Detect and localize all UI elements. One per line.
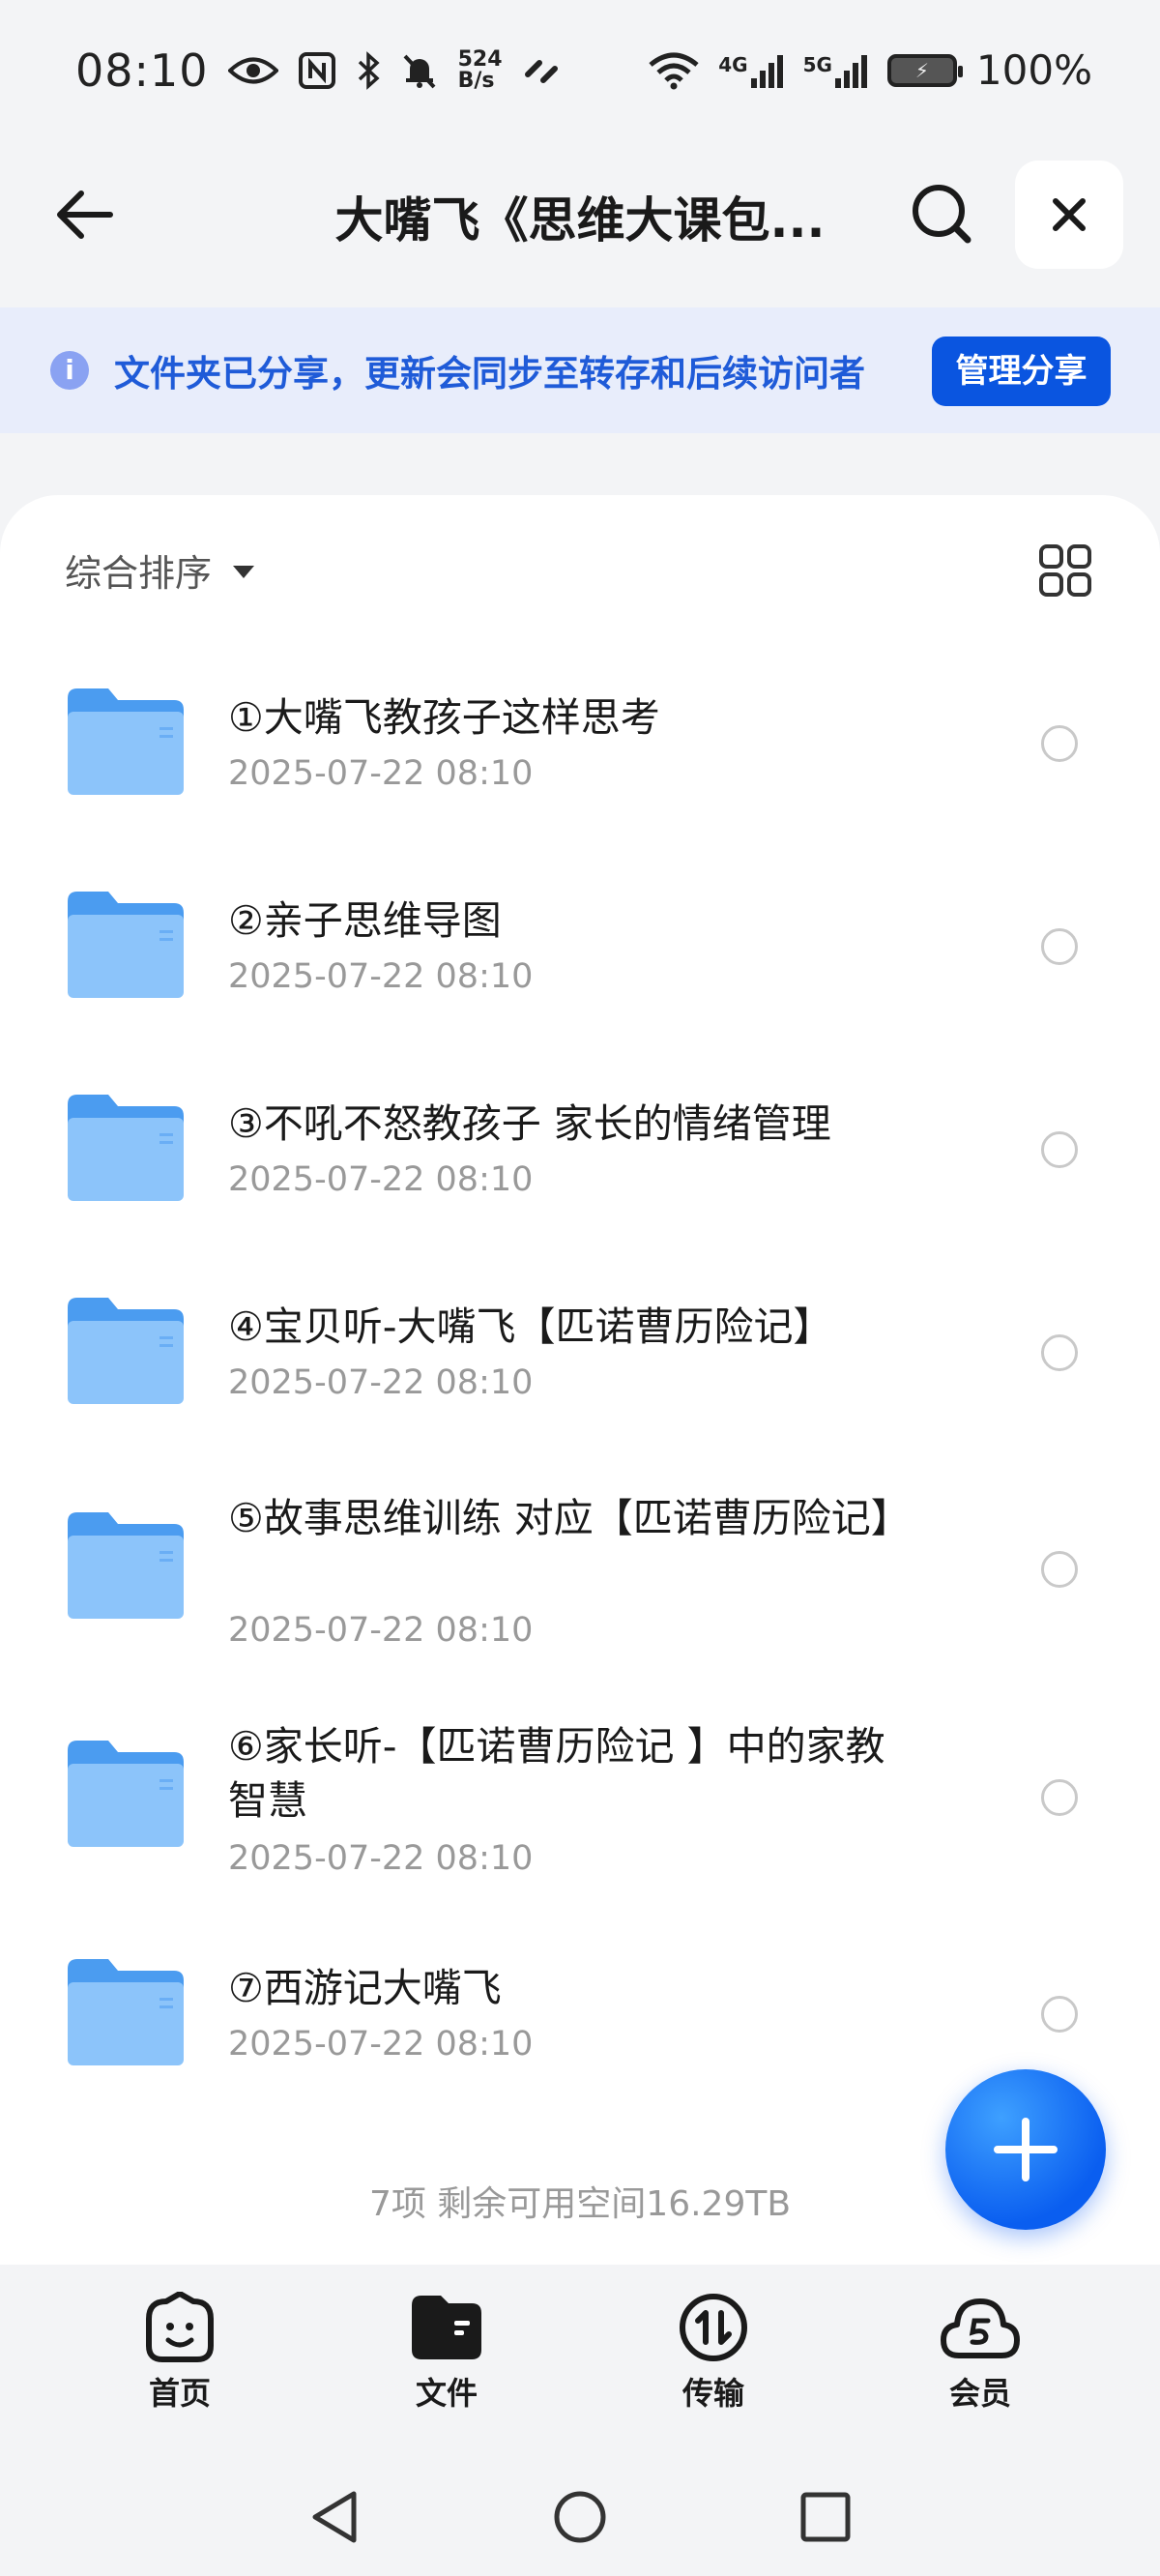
- clock: 08:10: [75, 44, 209, 97]
- folder-icon: [68, 1512, 184, 1619]
- page-title: 大嘴飞《思维大课包...: [334, 192, 826, 249]
- list-item[interactable]: ⑤故事思维训练 对应【匹诺曹历险记】 2025-07-22 08:10: [0, 1491, 1160, 1684]
- sort-dropdown[interactable]: 综合排序: [65, 543, 255, 597]
- network-speed: 524 B/s: [457, 46, 503, 93]
- folder-icon: [68, 1095, 184, 1201]
- sort-label: 综合排序: [65, 552, 213, 595]
- file-date: 2025-07-22 08:10: [228, 1839, 534, 1878]
- back-button[interactable]: [48, 176, 126, 253]
- caret-down-icon: [233, 566, 255, 578]
- file-date: 2025-07-22 08:10: [228, 1160, 534, 1199]
- file-name: ②亲子思维导图: [228, 897, 502, 944]
- file-date: 2025-07-22 08:10: [228, 957, 534, 996]
- battery-icon: ⚡: [886, 53, 963, 87]
- grid-view-button[interactable]: [1038, 543, 1092, 598]
- file-name: ⑥家长听-【匹诺曹历险记 】中的家教智慧: [228, 1723, 885, 1824]
- folder-icon: [68, 1959, 184, 2065]
- close-button[interactable]: [1015, 161, 1123, 269]
- file-name: ⑤故事思维训练 对应【匹诺曹历险记】: [228, 1495, 911, 1541]
- file-date: 2025-07-22 08:10: [228, 2025, 534, 2064]
- select-radio[interactable]: [1041, 1779, 1078, 1816]
- nfc-icon: [298, 51, 335, 89]
- signal-bars-icon: [834, 54, 867, 88]
- file-name: ⑦西游记大嘴飞: [228, 1965, 502, 2011]
- select-radio[interactable]: [1041, 1131, 1078, 1168]
- nav-home[interactable]: 首页: [102, 2292, 257, 2414]
- signal-bars-icon: [750, 54, 783, 88]
- link-icon: [524, 59, 558, 83]
- nav-vip[interactable]: 会员: [903, 2292, 1058, 2414]
- file-date: 2025-07-22 08:10: [228, 1363, 534, 1402]
- list-item[interactable]: ②亲子思维导图 2025-07-22 08:10: [0, 892, 1160, 1066]
- nav-home-label: 首页: [148, 2375, 211, 2412]
- nav-files[interactable]: 文件: [369, 2292, 524, 2414]
- nav-transfer[interactable]: 传输: [636, 2292, 791, 2414]
- grid-icon: [1039, 544, 1091, 597]
- folder-icon: [68, 1298, 184, 1404]
- close-icon: [1053, 198, 1086, 231]
- nav-transfer-label: 传输: [682, 2375, 744, 2412]
- network-speed-unit: B/s: [457, 68, 495, 93]
- transfer-icon: [680, 2294, 747, 2361]
- list-item[interactable]: ⑥家长听-【匹诺曹历险记 】中的家教智慧 2025-07-22 08:10: [0, 1719, 1160, 1913]
- search-button[interactable]: [904, 176, 981, 253]
- list-item[interactable]: ④宝贝听-大嘴飞【匹诺曹历险记】 2025-07-22 08:10: [0, 1298, 1160, 1472]
- share-banner: i 文件夹已分享，更新会同步至转存和后续访问者 管理分享: [0, 307, 1160, 433]
- bottom-nav: 首页 文件 传输 会员: [0, 2292, 1160, 2437]
- list-item[interactable]: ①大嘴飞教孩子这样思考 2025-07-22 08:10: [0, 688, 1160, 863]
- nav-vip-label: 会员: [948, 2375, 1011, 2412]
- back-triangle-icon[interactable]: [307, 2488, 362, 2546]
- select-radio[interactable]: [1041, 928, 1078, 965]
- info-icon: i: [50, 351, 89, 390]
- select-radio[interactable]: [1041, 1334, 1078, 1371]
- select-radio[interactable]: [1041, 725, 1078, 762]
- plus-icon: [994, 2118, 1058, 2181]
- file-name: ④宝贝听-大嘴飞【匹诺曹历险记】: [228, 1303, 833, 1350]
- home-circle-icon[interactable]: [551, 2488, 609, 2546]
- mute-bell-icon: [403, 54, 436, 88]
- recents-square-icon[interactable]: [798, 2490, 853, 2544]
- battery-level: 100%: [975, 46, 1092, 94]
- bluetooth-icon: [358, 50, 380, 90]
- file-name: ③不吼不怒教孩子 家长的情绪管理: [228, 1100, 831, 1147]
- add-button[interactable]: [945, 2069, 1106, 2230]
- folder-icon: [68, 688, 184, 795]
- share-banner-text: 文件夹已分享，更新会同步至转存和后续访问者: [114, 353, 865, 395]
- folder-icon: [68, 892, 184, 998]
- search-icon: [913, 185, 972, 244]
- file-date: 2025-07-22 08:10: [228, 754, 534, 793]
- folder-icon: [68, 1741, 184, 1847]
- arrow-left-icon: [57, 190, 113, 239]
- wifi-icon: [649, 52, 699, 89]
- cloud-vip-icon: [941, 2298, 1020, 2358]
- folder-filled-icon: [412, 2296, 481, 2359]
- network-speed-value: 524: [457, 46, 503, 72]
- file-name: ①大嘴飞教孩子这样思考: [228, 694, 660, 741]
- system-nav-bar: [0, 2471, 1160, 2558]
- file-date: 2025-07-22 08:10: [228, 1611, 534, 1650]
- signal-5g: 5G: [803, 53, 868, 88]
- select-radio[interactable]: [1041, 1996, 1078, 2033]
- select-radio[interactable]: [1041, 1551, 1078, 1588]
- eye-icon: [227, 57, 278, 83]
- manage-share-button[interactable]: 管理分享: [932, 337, 1111, 406]
- smiley-home-icon: [146, 2292, 214, 2362]
- file-list-panel: 综合排序 ①大嘴飞教孩子这样思考 2025-07-22 08:10 ②亲子思维导…: [0, 495, 1160, 2265]
- app-header: 大嘴飞《思维大课包...: [0, 155, 1160, 271]
- list-item[interactable]: ③不吼不怒教孩子 家长的情绪管理 2025-07-22 08:10: [0, 1095, 1160, 1269]
- status-bar: 08:10 524 B/s 4G 5G ⚡ 100%: [0, 0, 1160, 140]
- signal-4g: 4G: [718, 53, 783, 88]
- nav-files-label: 文件: [415, 2375, 478, 2412]
